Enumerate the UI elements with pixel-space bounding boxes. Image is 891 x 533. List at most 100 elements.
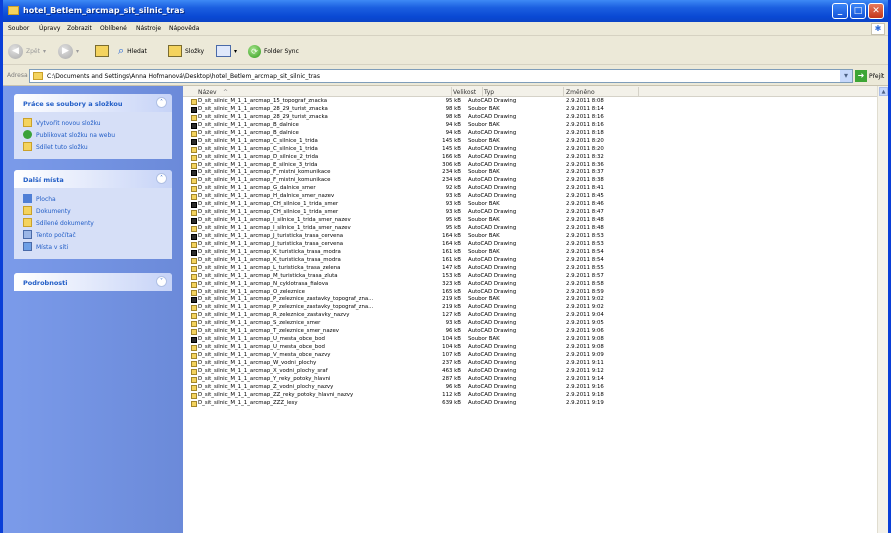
- table-row[interactable]: D_sit_silnic_M_1_1_arcmap_U_mesta_obce_b…: [183, 336, 877, 344]
- column-name[interactable]: Název: [198, 89, 217, 96]
- table-row[interactable]: D_sit_silnic_M_1_1_arcmap_F_mistni_komun…: [183, 169, 877, 177]
- file-type: AutoCAD Drawing: [468, 399, 517, 406]
- table-row[interactable]: D_sit_silnic_M_1_1_arcmap_T_zeleznice_sm…: [183, 328, 877, 336]
- place-documents[interactable]: Dokumenty: [14, 205, 172, 217]
- table-row[interactable]: D_sit_silnic_M_1_1_arcmap_M_turisticka_t…: [183, 273, 877, 281]
- file-size: 98 kB: [445, 105, 461, 112]
- table-row[interactable]: D_sit_silnic_M_1_1_arcmap_28_29_turist_z…: [183, 114, 877, 122]
- menu-help[interactable]: Nápověda: [169, 25, 199, 32]
- menu-file[interactable]: Soubor: [8, 25, 29, 32]
- shared-documents-icon: [23, 218, 32, 227]
- table-row[interactable]: D_sit_silnic_M_1_1_arcmap_Y_reky_potoky_…: [183, 376, 877, 384]
- place-my-computer[interactable]: Tento počítač: [14, 229, 172, 241]
- table-row[interactable]: D_sit_silnic_M_1_1_arcmap_E_silnice_3_tr…: [183, 162, 877, 170]
- search-button[interactable]: ⌕ Hledat: [118, 43, 147, 59]
- place-desktop[interactable]: Plocha: [14, 193, 172, 205]
- title-bar[interactable]: hotel_Betlem_arcmap_sit_silnic_tras _ □ …: [3, 0, 888, 22]
- expand-icon[interactable]: ˅: [156, 276, 167, 287]
- table-row[interactable]: D_sit_silnic_M_1_1_arcmap_V_mesta_obce_n…: [183, 352, 877, 360]
- table-row[interactable]: D_sit_silnic_M_1_1_arcmap_C_silnice_1_tr…: [183, 138, 877, 146]
- file-tasks-header[interactable]: Práce se soubory a složkou ˄: [14, 94, 172, 112]
- address-dropdown-icon[interactable]: ▾: [840, 70, 852, 82]
- address-bar: Adresa C:\Documents and Settings\Anna Ho…: [3, 65, 888, 86]
- table-row[interactable]: D_sit_silnic_M_1_1_arcmap_F_mistni_komun…: [183, 177, 877, 185]
- folder-sync-button[interactable]: ⟳ Folder Sync: [248, 43, 299, 59]
- file-date: 2.9.2011 9:08: [566, 336, 604, 343]
- file-name: D_sit_silnic_M_1_1_arcmap_O_zeleznice: [198, 288, 305, 295]
- task-new-folder[interactable]: Vytvořit novou složku: [14, 117, 172, 129]
- minimize-button[interactable]: _: [832, 3, 848, 19]
- vertical-scrollbar[interactable]: ▲: [877, 86, 888, 533]
- task-share-folder[interactable]: Sdílet tuto složku: [14, 141, 172, 153]
- place-shared-documents[interactable]: Sdílené dokumenty: [14, 217, 172, 229]
- file-name: D_sit_silnic_M_1_1_arcmap_C_silnice_1_tr…: [198, 137, 318, 144]
- table-row[interactable]: D_sit_silnic_M_1_1_arcmap_R_zeleznice_za…: [183, 312, 877, 320]
- table-row[interactable]: D_sit_silnic_M_1_1_arcmap_P_zeleznice_za…: [183, 304, 877, 312]
- collapse-icon[interactable]: ˄: [156, 173, 167, 184]
- table-row[interactable]: D_sit_silnic_M_1_1_arcmap_L_turisticka_t…: [183, 265, 877, 273]
- menu-view[interactable]: Zobrazit: [67, 25, 92, 32]
- table-row[interactable]: D_sit_silnic_M_1_1_arcmap_CH_silnice_1_t…: [183, 201, 877, 209]
- table-row[interactable]: D_sit_silnic_M_1_1_arcmap_Z_vodni_plochy…: [183, 384, 877, 392]
- table-row[interactable]: D_sit_silnic_M_1_1_arcmap_I_silnice_1_tr…: [183, 225, 877, 233]
- table-row[interactable]: D_sit_silnic_M_1_1_arcmap_G_dalnice_smer…: [183, 185, 877, 193]
- table-row[interactable]: D_sit_silnic_M_1_1_arcmap_O_zeleznice 165…: [183, 289, 877, 297]
- file-name: D_sit_silnic_M_1_1_arcmap_K_turisticka_t…: [198, 248, 341, 255]
- task-publish-web[interactable]: Publikovat složku na webu: [14, 129, 172, 141]
- column-size[interactable]: Velikost: [453, 89, 476, 96]
- go-button[interactable]: ➜ Přejít: [855, 70, 884, 82]
- collapse-icon[interactable]: ˄: [156, 97, 167, 108]
- other-places-header[interactable]: Další místa ˄: [14, 170, 172, 188]
- column-modified[interactable]: Změněno: [566, 89, 595, 96]
- file-type: Soubor BAK: [468, 248, 500, 255]
- documents-icon: [23, 206, 32, 215]
- table-row[interactable]: D_sit_silnic_M_1_1_arcmap_15_topograf_zn…: [183, 98, 877, 106]
- file-name: D_sit_silnic_M_1_1_arcmap_H_dalnice_smer…: [198, 193, 335, 200]
- table-row[interactable]: D_sit_silnic_M_1_1_arcmap_N_cyklotrasa_f…: [183, 281, 877, 289]
- table-row[interactable]: D_sit_silnic_M_1_1_arcmap_28_29_turist_z…: [183, 106, 877, 114]
- table-row[interactable]: D_sit_silnic_M_1_1_arcmap_B_dalnice 94 kB…: [183, 122, 877, 130]
- menu-favorites[interactable]: Oblíbené: [100, 25, 127, 32]
- table-row[interactable]: D_sit_silnic_M_1_1_arcmap_ZZ_reky_potoky…: [183, 392, 877, 400]
- table-row[interactable]: D_sit_silnic_M_1_1_arcmap_I_silnice_1_tr…: [183, 217, 877, 225]
- address-input[interactable]: C:\Documents and Settings\Anna Hofmanová…: [29, 69, 853, 83]
- up-folder-button[interactable]: [95, 43, 109, 59]
- file-name: D_sit_silnic_M_1_1_arcmap_B_dalnice: [198, 129, 299, 136]
- menu-edit[interactable]: Úpravy: [39, 25, 60, 32]
- table-row[interactable]: D_sit_silnic_M_1_1_arcmap_C_silnice_1_tr…: [183, 146, 877, 154]
- file-type: Soubor BAK: [468, 201, 500, 208]
- views-button[interactable]: ▾: [216, 43, 237, 59]
- folders-button[interactable]: Složky: [168, 43, 204, 59]
- table-row[interactable]: D_sit_silnic_M_1_1_arcmap_J_turisticka_t…: [183, 241, 877, 249]
- table-row[interactable]: D_sit_silnic_M_1_1_arcmap_K_turisticka_t…: [183, 249, 877, 257]
- table-row[interactable]: D_sit_silnic_M_1_1_arcmap_K_turisticka_t…: [183, 257, 877, 265]
- table-row[interactable]: D_sit_silnic_M_1_1_arcmap_X_vodni_plochy…: [183, 368, 877, 376]
- autocad-file-icon: [191, 360, 197, 367]
- forward-button[interactable]: ▶ ▾: [58, 43, 79, 59]
- file-name: D_sit_silnic_M_1_1_arcmap_28_29_turist_z…: [198, 105, 328, 112]
- file-size: 104 kB: [442, 344, 461, 351]
- table-row[interactable]: D_sit_silnic_M_1_1_arcmap_J_turisticka_t…: [183, 233, 877, 241]
- explorer-window: hotel_Betlem_arcmap_sit_silnic_tras _ □ …: [0, 0, 891, 533]
- scroll-up-icon[interactable]: ▲: [879, 87, 888, 96]
- menu-tools[interactable]: Nástroje: [136, 25, 161, 32]
- close-button[interactable]: ✕: [868, 3, 884, 19]
- file-type: AutoCAD Drawing: [468, 256, 517, 263]
- file-date: 2.9.2011 9:04: [566, 312, 604, 319]
- table-row[interactable]: D_sit_silnic_M_1_1_arcmap_ZZZ_lesy 639 kB…: [183, 400, 877, 408]
- table-row[interactable]: D_sit_silnic_M_1_1_arcmap_D_silnice_2_tr…: [183, 154, 877, 162]
- details-header[interactable]: Podrobnosti ˅: [14, 273, 172, 291]
- file-type: AutoCAD Drawing: [468, 225, 517, 231]
- table-row[interactable]: D_sit_silnic_M_1_1_arcmap_U_mesta_obce_b…: [183, 344, 877, 352]
- table-row[interactable]: D_sit_silnic_M_1_1_arcmap_P_zeleznice_za…: [183, 296, 877, 304]
- table-row[interactable]: D_sit_silnic_M_1_1_arcmap_S_zeleznice_sm…: [183, 320, 877, 328]
- table-row[interactable]: D_sit_silnic_M_1_1_arcmap_W_vodni_plochy…: [183, 360, 877, 368]
- column-type[interactable]: Typ: [484, 89, 494, 96]
- file-date: 2.9.2011 9:14: [566, 375, 604, 382]
- back-button[interactable]: ◀ Zpět ▾: [8, 43, 46, 59]
- maximize-button[interactable]: □: [850, 3, 866, 19]
- table-row[interactable]: D_sit_silnic_M_1_1_arcmap_CH_silnice_1_t…: [183, 209, 877, 217]
- table-row[interactable]: D_sit_silnic_M_1_1_arcmap_H_dalnice_smer…: [183, 193, 877, 201]
- table-row[interactable]: D_sit_silnic_M_1_1_arcmap_B_dalnice 94 kB…: [183, 130, 877, 138]
- place-network[interactable]: Místa v síti: [14, 241, 172, 253]
